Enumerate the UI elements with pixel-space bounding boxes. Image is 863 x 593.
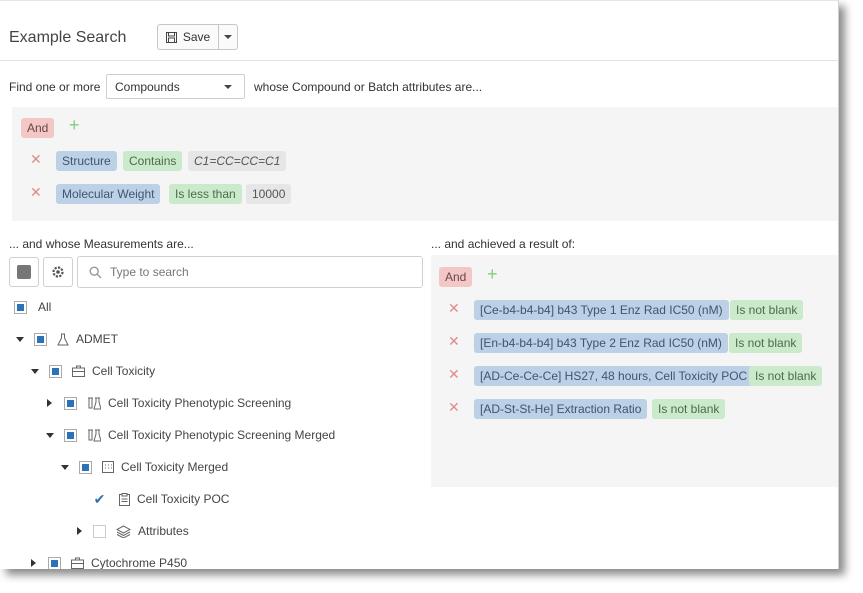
chevron-down-icon bbox=[224, 35, 232, 39]
collapse-caret-icon[interactable] bbox=[16, 336, 24, 342]
tree-row[interactable]: Cell Toxicity bbox=[31, 361, 155, 381]
condition-value-chip[interactable]: C1=CC=CC=C1 bbox=[188, 151, 287, 171]
measurements-heading: ... and whose Measurements are... bbox=[9, 237, 194, 251]
grid-icon bbox=[102, 461, 114, 473]
checkmark-icon[interactable]: ✔ bbox=[93, 491, 106, 507]
find-suffix-label: whose Compound or Batch attributes are..… bbox=[254, 80, 483, 94]
tree-label: Cell Toxicity Merged bbox=[121, 460, 229, 474]
square-icon bbox=[17, 265, 31, 279]
tree-row[interactable]: ADMET bbox=[16, 329, 118, 349]
search-icon bbox=[89, 266, 102, 279]
flask-icon bbox=[57, 333, 69, 345]
tree-label: ADMET bbox=[76, 332, 118, 346]
gear-icon bbox=[52, 266, 64, 278]
remove-condition-icon[interactable]: ✕ bbox=[448, 333, 460, 350]
add-condition-icon[interactable]: + bbox=[487, 264, 498, 285]
tree-row[interactable]: Cytochrome P450 bbox=[31, 553, 187, 569]
chevron-down-icon bbox=[224, 85, 232, 89]
condition-operator-chip[interactable]: Contains bbox=[123, 151, 183, 171]
tree-label: Cell Toxicity POC bbox=[137, 492, 230, 506]
expand-caret-icon[interactable] bbox=[47, 399, 52, 407]
tree-label: All bbox=[38, 300, 52, 314]
tree-row-all[interactable]: All bbox=[14, 297, 51, 317]
checkbox[interactable] bbox=[48, 556, 61, 569]
condition-operator-chip[interactable]: Is not blank bbox=[729, 333, 803, 353]
tree-row[interactable]: ✔ Cell Toxicity POC bbox=[93, 489, 229, 509]
save-dropdown-button[interactable] bbox=[219, 24, 238, 50]
results-heading: ... and achieved a result of: bbox=[431, 237, 576, 251]
collapse-caret-icon[interactable] bbox=[46, 432, 54, 438]
lab-icon bbox=[88, 429, 101, 441]
lab-icon bbox=[88, 397, 101, 409]
checkbox[interactable] bbox=[93, 524, 106, 538]
remove-condition-icon[interactable]: ✕ bbox=[30, 184, 42, 201]
briefcase-icon bbox=[71, 557, 84, 569]
tree-label: Cell Toxicity Phenotypic Screening Merge… bbox=[108, 428, 336, 442]
collapse-caret-icon[interactable] bbox=[61, 464, 69, 470]
tree-label: Cell Toxicity bbox=[92, 364, 156, 378]
tree-label: Cytochrome P450 bbox=[91, 556, 188, 569]
tree-label: Attributes bbox=[138, 524, 189, 538]
find-prefix-label: Find one or more bbox=[9, 80, 101, 94]
tree-row[interactable]: Cell Toxicity Merged bbox=[61, 457, 228, 477]
tree-row[interactable]: Cell Toxicity Phenotypic Screening Merge… bbox=[46, 425, 335, 445]
save-button[interactable]: Save bbox=[157, 24, 219, 50]
settings-button[interactable] bbox=[43, 257, 73, 287]
clipboard-icon bbox=[119, 492, 130, 506]
expand-caret-icon[interactable] bbox=[77, 527, 82, 535]
search-input[interactable]: Type to search bbox=[77, 256, 423, 288]
remove-condition-icon[interactable]: ✕ bbox=[448, 399, 460, 416]
save-icon bbox=[165, 31, 177, 43]
layers-icon bbox=[116, 524, 131, 538]
condition-field-chip[interactable]: [AD-St-St-He] Extraction Ratio bbox=[474, 399, 648, 419]
condition-operator-chip[interactable]: Is not blank bbox=[730, 300, 804, 320]
and-operator-chip[interactable]: And bbox=[21, 118, 55, 138]
remove-condition-icon[interactable]: ✕ bbox=[448, 366, 460, 383]
condition-field-chip[interactable]: [Ce-b4-b4-b4] b43 Type 1 Enz Rad IC50 (n… bbox=[474, 300, 729, 320]
entity-select[interactable]: Compounds bbox=[106, 74, 245, 99]
condition-field-chip[interactable]: Structure bbox=[56, 151, 117, 171]
remove-condition-icon[interactable]: ✕ bbox=[448, 300, 460, 317]
checkbox[interactable] bbox=[64, 428, 77, 442]
checkbox[interactable] bbox=[64, 396, 77, 410]
header-divider bbox=[0, 60, 838, 61]
condition-value-chip[interactable]: 10000 bbox=[246, 184, 292, 204]
briefcase-icon bbox=[72, 365, 85, 377]
and-operator-chip[interactable]: And bbox=[439, 267, 473, 287]
search-placeholder: Type to search bbox=[110, 265, 189, 279]
page-title: Example Search bbox=[9, 29, 127, 46]
tree-row[interactable]: Attributes bbox=[77, 521, 189, 541]
checkbox[interactable] bbox=[79, 460, 92, 474]
checkbox[interactable] bbox=[34, 332, 47, 346]
tree-label: Cell Toxicity Phenotypic Screening bbox=[108, 396, 292, 410]
search-window: Example Search Save Find one or more Com… bbox=[0, 0, 839, 569]
collapse-caret-icon[interactable] bbox=[31, 368, 39, 374]
condition-field-chip[interactable]: [En-b4-b4-b4] b43 Type 2 Enz Rad IC50 (n… bbox=[474, 333, 728, 353]
remove-condition-icon[interactable]: ✕ bbox=[30, 151, 42, 168]
checkbox[interactable] bbox=[14, 300, 27, 314]
tree-row[interactable]: Cell Toxicity Phenotypic Screening bbox=[47, 393, 291, 413]
condition-operator-chip[interactable]: Is less than bbox=[169, 184, 242, 204]
save-label: Save bbox=[182, 30, 211, 44]
condition-field-chip[interactable]: Molecular Weight bbox=[56, 184, 161, 204]
select-all-toggle-button[interactable] bbox=[9, 257, 39, 287]
expand-caret-icon[interactable] bbox=[31, 559, 36, 567]
checkbox[interactable] bbox=[49, 364, 62, 378]
condition-operator-chip[interactable]: Is not blank bbox=[749, 366, 823, 386]
condition-operator-chip[interactable]: Is not blank bbox=[652, 399, 726, 419]
condition-field-chip[interactable]: [AD-Ce-Ce-Ce] HS27, 48 hours, Cell Toxic… bbox=[474, 366, 754, 386]
add-condition-icon[interactable]: + bbox=[69, 115, 80, 136]
entity-select-value: Compounds bbox=[115, 79, 180, 94]
